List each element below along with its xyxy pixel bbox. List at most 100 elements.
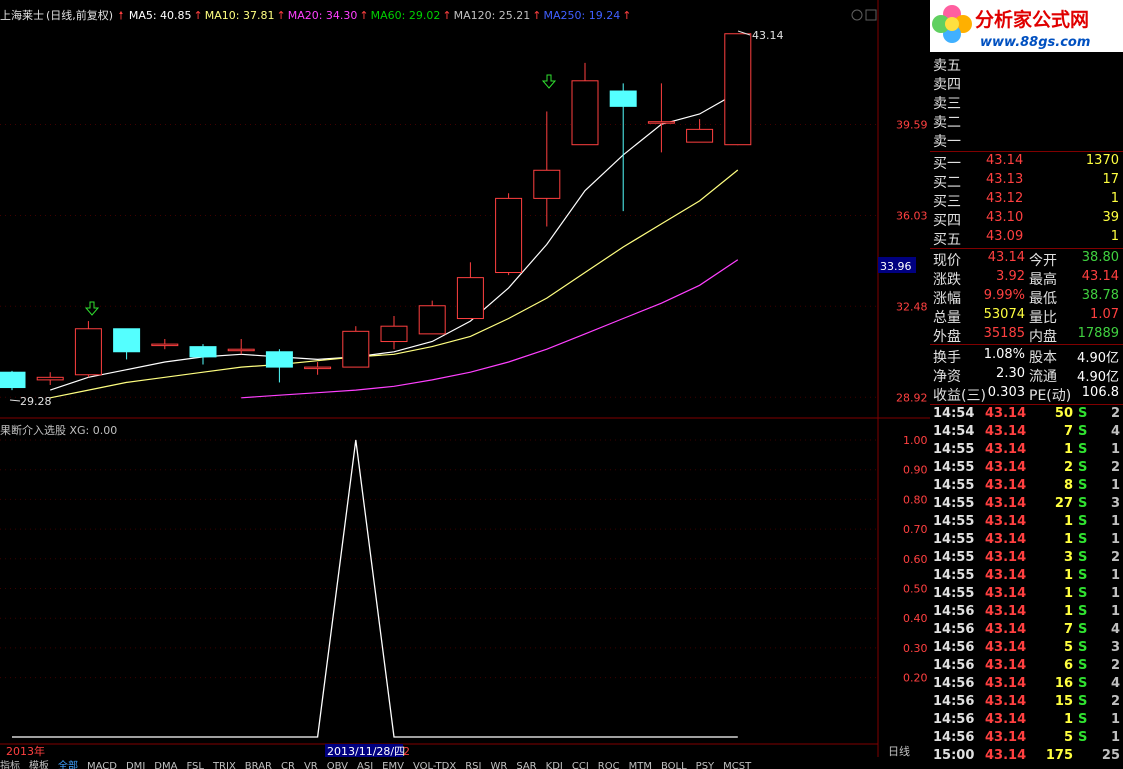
trade-row: 14:54 43.14 50 S 2 — [930, 406, 1123, 424]
indicator-tab[interactable]: BRAR — [245, 761, 272, 769]
trade-row: 14:55 43.14 1 S 1 — [930, 586, 1123, 604]
trade-price: 43.14 — [985, 604, 1027, 619]
indicator-tab[interactable]: MTM — [629, 761, 652, 769]
indicator-tab[interactable]: FSL — [186, 761, 204, 769]
trade-price: 43.14 — [985, 496, 1027, 511]
indicator-tab[interactable]: BOLL — [661, 761, 687, 769]
indicator-axis-label: 0.50 — [903, 583, 928, 596]
trade-volume: 16 — [1054, 676, 1073, 691]
candle[interactable] — [686, 119, 714, 143]
quote-label: 现价 — [933, 253, 961, 269]
candle[interactable] — [418, 300, 446, 335]
price-axis-label: 28.92 — [896, 391, 928, 404]
bid-label: 买一 — [933, 156, 961, 172]
ask-row: 卖二 — [930, 112, 1123, 131]
trade-row: 14:56 43.14 1 S 1 — [930, 712, 1123, 730]
indicator-tab[interactable]: CR — [281, 761, 295, 769]
trade-count: 1 — [1110, 730, 1120, 745]
trade-time: 14:56 — [933, 622, 975, 637]
fundamental-label: 换手 — [933, 350, 961, 366]
indicator-tab[interactable]: KDJ — [546, 761, 563, 769]
indicator-tab[interactable]: 模板 — [29, 761, 49, 769]
ask-label: 卖一 — [933, 134, 961, 150]
indicator-title: 果断介入选股 XG: 0.00 — [0, 424, 118, 437]
ask-row: 卖五 — [930, 55, 1123, 74]
trade-row: 15:00 43.14 175 25 — [930, 748, 1123, 766]
quote-value: 53074 — [983, 307, 1025, 322]
stock-name[interactable]: 上海莱士 — [0, 9, 44, 22]
candle[interactable] — [265, 349, 293, 383]
year-label: 2013年 — [6, 744, 45, 758]
ask-label: 卖三 — [933, 96, 961, 112]
trade-count: 4 — [1110, 622, 1120, 637]
bid-row: 买一 43.14 1370 — [930, 153, 1123, 172]
indicator-tab[interactable]: OBV — [327, 761, 348, 769]
trade-price: 43.14 — [985, 730, 1027, 745]
indicator-tab[interactable]: ASI — [357, 761, 373, 769]
indicator-tab[interactable]: CCI — [572, 761, 589, 769]
candle[interactable] — [304, 361, 332, 375]
quote-value: 1.07 — [1090, 307, 1119, 322]
indicator-tab[interactable]: ROC — [598, 761, 620, 769]
candle[interactable] — [0, 370, 26, 391]
candle[interactable] — [189, 344, 217, 365]
quote-value: 3.92 — [996, 269, 1025, 284]
candle[interactable] — [456, 262, 484, 320]
indicator-tab[interactable]: 指标 — [0, 761, 20, 769]
trade-flag: S — [1078, 478, 1088, 493]
fundamental-row: 换手 1.08% 股本 4.90亿 — [930, 347, 1123, 366]
candle[interactable] — [227, 338, 255, 355]
bid-price: 43.13 — [986, 172, 1024, 187]
trade-time: 14:56 — [933, 658, 975, 673]
candle[interactable] — [342, 326, 370, 368]
trade-count: 2 — [1110, 694, 1120, 709]
candle[interactable] — [495, 193, 523, 276]
quote-label: 最低 — [1029, 291, 1057, 307]
quote-row: 涨跌 3.92 最高 43.14 — [930, 269, 1123, 288]
trade-row: 14:56 43.14 16 S 4 — [930, 676, 1123, 694]
fundamental-row: 收益(三) 0.303 PE(动) 106.8 — [930, 385, 1123, 404]
price-chart[interactable]: 39.59 36.03 32.48 28.92 1.00 0.90 0.80 0.70 0.6… — [0, 0, 930, 769]
trade-volume: 1 — [1063, 712, 1073, 727]
indicator-axis-label: 0.90 — [903, 464, 928, 477]
candle[interactable] — [36, 372, 64, 385]
indicator-tab[interactable]: VOL-TDX — [413, 761, 456, 769]
candle[interactable] — [647, 83, 675, 153]
ask-row: 卖一 — [930, 131, 1123, 150]
ma-legend-item: MA5: 40.85 — [128, 9, 192, 22]
indicator-tab[interactable]: MCST — [723, 761, 751, 769]
indicator-tab[interactable]: VR — [304, 761, 318, 769]
trade-time: 14:54 — [933, 424, 975, 439]
trade-count: 1 — [1110, 568, 1120, 583]
indicator-tab[interactable]: WR — [490, 761, 507, 769]
quote-label: 今开 — [1029, 253, 1057, 269]
indicator-tab[interactable]: RSI — [465, 761, 481, 769]
candle[interactable] — [113, 328, 141, 360]
ma-legend-item: MA20: 34.30 — [287, 9, 358, 22]
indicator-tab[interactable]: TRIX — [213, 761, 236, 769]
trade-volume: 1 — [1063, 568, 1073, 583]
bid-row: 买三 43.12 1 — [930, 191, 1123, 210]
indicator-tab[interactable]: 全部 — [58, 761, 78, 769]
indicator-tab[interactable]: EMV — [382, 761, 404, 769]
candle[interactable] — [724, 33, 752, 146]
high-annotation: 43.14 — [752, 29, 784, 42]
up-arrow-icon: ↑ — [193, 9, 203, 22]
candle[interactable] — [380, 315, 408, 350]
candle[interactable] — [74, 321, 102, 378]
trade-price: 43.14 — [985, 658, 1027, 673]
indicator-tab[interactable]: DMI — [126, 761, 145, 769]
candle[interactable] — [151, 338, 179, 350]
trade-flag: S — [1078, 622, 1088, 637]
trade-price: 43.14 — [985, 532, 1027, 547]
indicator-axis-label: 0.70 — [903, 523, 928, 536]
trade-volume: 1 — [1063, 532, 1073, 547]
indicator-tab[interactable]: DMA — [154, 761, 177, 769]
candle[interactable] — [533, 111, 561, 227]
indicator-tab[interactable]: PSY — [696, 761, 715, 769]
fundamental-value: 106.8 — [1081, 385, 1119, 400]
indicator-tab[interactable]: MACD — [87, 761, 117, 769]
indicator-tab[interactable]: SAR — [516, 761, 536, 769]
trade-flag: S — [1078, 532, 1088, 547]
candle[interactable] — [571, 62, 599, 146]
